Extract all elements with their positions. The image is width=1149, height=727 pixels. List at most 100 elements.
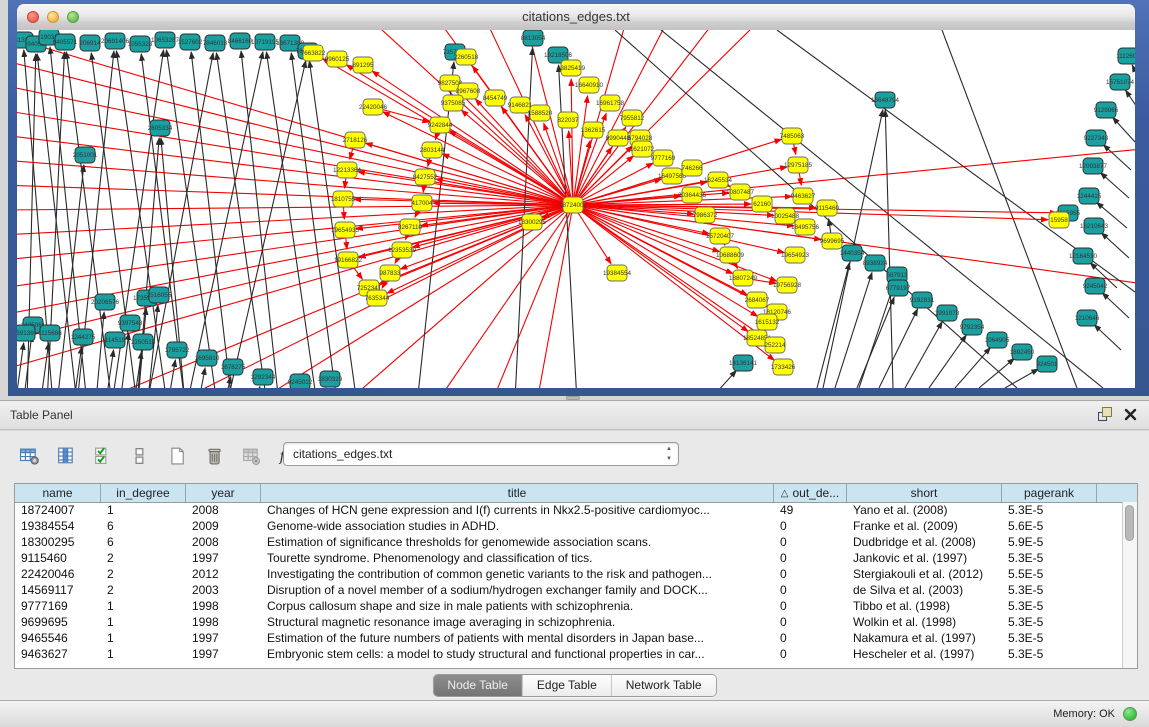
- graph-node[interactable]: 7663822: [301, 45, 326, 61]
- graph-node[interactable]: 20206576: [91, 294, 120, 310]
- graph-node[interactable]: 18495756: [791, 219, 820, 235]
- scrollbar-thumb[interactable]: [1125, 505, 1134, 541]
- graph-node[interactable]: 1991078: [935, 305, 960, 321]
- red-edge[interactable]: [573, 205, 1048, 220]
- graph-node[interactable]: 16648794: [871, 92, 900, 108]
- red-edge[interactable]: [573, 141, 590, 205]
- graph-node[interactable]: 1810755: [331, 191, 356, 207]
- graph-node[interactable]: 8427552: [413, 169, 438, 185]
- graph-node[interactable]: 20691406: [101, 33, 130, 49]
- graph-node[interactable]: 822037: [557, 112, 579, 128]
- table-row[interactable]: 969969511998Structural magnetic resonanc…: [15, 614, 1122, 630]
- graph-node[interactable]: 114519: [105, 332, 126, 348]
- graph-node[interactable]: 417004: [411, 195, 433, 211]
- graph-node[interactable]: 39139: [17, 325, 35, 341]
- graph-node[interactable]: 9227343: [1084, 130, 1109, 146]
- graph-node[interactable]: 9242844: [428, 117, 453, 133]
- column-header-in-degree[interactable]: in_degree: [101, 484, 186, 502]
- graph-node[interactable]: 19654935: [331, 222, 360, 238]
- black-edge[interactable]: [817, 263, 849, 388]
- graph-node[interactable]: 20364436: [678, 187, 707, 203]
- black-edge[interactable]: [1101, 233, 1129, 258]
- graph-node[interactable]: 14136141: [729, 355, 758, 371]
- graph-node[interactable]: 891295: [352, 57, 374, 73]
- graph-node[interactable]: 7955812: [620, 110, 645, 126]
- graph-node[interactable]: 1527602: [178, 34, 203, 50]
- graph-node[interactable]: 15751074: [1106, 74, 1135, 90]
- graph-node[interactable]: 9777169: [651, 150, 676, 166]
- graph-node[interactable]: 15958: [1049, 212, 1069, 228]
- graph-node[interactable]: 10653287: [151, 32, 180, 48]
- graph-node[interactable]: 15720407: [706, 228, 735, 244]
- column-settings-button[interactable]: [53, 443, 79, 469]
- graph-node[interactable]: 13825419: [557, 60, 586, 76]
- black-edge[interactable]: [255, 387, 260, 388]
- graph-node[interactable]: 1695810: [195, 350, 220, 366]
- graph-node[interactable]: 8938924: [863, 255, 888, 271]
- graph-node[interactable]: 9245012: [288, 374, 313, 388]
- graph-node[interactable]: 9397548: [118, 315, 143, 331]
- black-edge[interactable]: [1102, 293, 1129, 318]
- graph-node[interactable]: 9792354: [960, 319, 985, 335]
- graph-node[interactable]: 1678275: [221, 359, 246, 375]
- network-canvas[interactable]: 1872400781312940551903394055712069142069…: [17, 30, 1135, 388]
- graph-node[interactable]: 987833: [379, 265, 401, 281]
- close-panel-icon[interactable]: [1124, 408, 1137, 421]
- graph-node[interactable]: 9375085: [441, 95, 466, 111]
- graph-node[interactable]: 8267110: [398, 219, 423, 235]
- black-edge[interactable]: [169, 360, 175, 388]
- graph-node[interactable]: 1055328: [128, 36, 153, 52]
- graph-node[interactable]: 1115686: [38, 325, 62, 341]
- black-edge[interactable]: [929, 335, 966, 388]
- black-edge[interactable]: [97, 312, 104, 388]
- graph-node[interactable]: 1112604: [1116, 48, 1135, 64]
- black-edge[interactable]: [857, 297, 894, 388]
- graph-node[interactable]: 6779197: [886, 280, 911, 296]
- graph-node[interactable]: 9463627: [791, 188, 816, 204]
- graph-node[interactable]: 1362615: [581, 122, 606, 138]
- graph-node[interactable]: 1830329: [318, 371, 343, 387]
- graph-node[interactable]: 19384554: [603, 265, 632, 281]
- black-edge[interactable]: [291, 53, 337, 388]
- graph-node[interactable]: 7986372: [693, 207, 718, 223]
- black-edge[interactable]: [137, 138, 159, 388]
- table-row[interactable]: 977716911998Corpus callosum shape and si…: [15, 598, 1122, 614]
- graph-node[interactable]: 2260518: [454, 49, 479, 65]
- black-edge[interactable]: [227, 61, 306, 388]
- table-row[interactable]: 1456911722003Disruption of a novel membe…: [15, 582, 1122, 598]
- black-edge[interactable]: [835, 273, 872, 388]
- black-edge[interactable]: [661, 30, 1103, 388]
- black-edge[interactable]: [1113, 117, 1135, 142]
- graph-node[interactable]: 1588520: [528, 105, 553, 121]
- table-select-dropdown[interactable]: citations_edges.txt ▲▼: [283, 442, 679, 466]
- graph-node[interactable]: 19654923: [781, 247, 810, 263]
- black-edge[interactable]: [1126, 90, 1135, 116]
- graph-node[interactable]: 16210643: [1080, 218, 1109, 234]
- select-all-button[interactable]: [90, 443, 116, 469]
- graph-node[interactable]: 16961758: [596, 95, 625, 111]
- graph-node[interactable]: 9245042: [1083, 278, 1108, 294]
- table-row[interactable]: 946362711997Embryonic stem cells: a mode…: [15, 646, 1122, 662]
- network-window-titlebar[interactable]: citations_edges.txt: [17, 4, 1135, 31]
- graph-node[interactable]: 7485063: [780, 128, 805, 144]
- graph-node[interactable]: 9192831: [910, 292, 935, 308]
- deselect-button[interactable]: [127, 443, 153, 469]
- graph-node[interactable]: 924501: [1036, 356, 1058, 372]
- graph-node[interactable]: 12093877: [1079, 158, 1108, 174]
- table-scrollbar[interactable]: [1122, 502, 1137, 668]
- table-row[interactable]: 911546021997Tourette syndrome. Phenomeno…: [15, 550, 1122, 566]
- graph-node[interactable]: 7635344: [365, 290, 390, 306]
- graph-node[interactable]: 2516055: [147, 287, 172, 303]
- table-row[interactable]: 1938455462009Genome-wide association stu…: [15, 518, 1122, 534]
- graph-node[interactable]: 2605334: [148, 120, 173, 136]
- table-row[interactable]: 2242004622012Investigating the contribut…: [15, 566, 1122, 582]
- table-row[interactable]: 1830029562008Estimation of significance …: [15, 534, 1122, 550]
- tab-node-table[interactable]: Node Table: [433, 675, 523, 696]
- graph-node[interactable]: 1210646: [1075, 310, 1100, 326]
- table-row[interactable]: 946554611997Estimation of the future num…: [15, 630, 1122, 646]
- column-header-title[interactable]: title: [261, 484, 774, 502]
- black-edge[interactable]: [1100, 173, 1129, 198]
- graph-node[interactable]: 9699695: [820, 233, 845, 249]
- graph-node[interactable]: 1350513: [131, 334, 156, 350]
- graph-node[interactable]: 1292344: [251, 369, 276, 385]
